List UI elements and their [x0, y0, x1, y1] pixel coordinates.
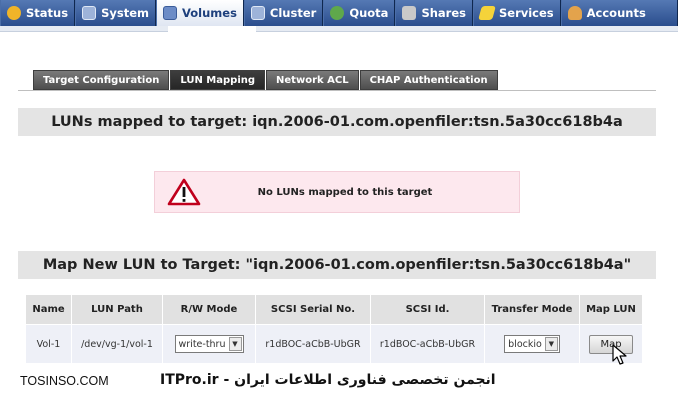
subtab-divider: [18, 90, 656, 91]
subtab-network-acl[interactable]: Network ACL: [266, 70, 359, 90]
col-lun-path: LUN Path: [72, 295, 162, 324]
no-luns-warning: No LUNs mapped to this target: [154, 171, 520, 213]
warning-message: No LUNs mapped to this target: [257, 186, 433, 198]
shares-icon: [402, 6, 417, 20]
watermark-right: ITPro.ir - انجمن تخصصی فناوری اطلاعات ای…: [160, 372, 496, 388]
main-navigation: Status System Volumes Cluster Quota Shar…: [0, 0, 678, 26]
watermark-left: TOSINSO.COM: [20, 374, 109, 388]
rw-mode-value: write-thru: [178, 338, 226, 350]
col-map-lun: Map LUN: [580, 295, 642, 324]
col-transfer-mode: Transfer Mode: [485, 295, 579, 324]
system-icon: [82, 6, 97, 20]
nav-tab-system[interactable]: System: [75, 0, 156, 26]
nav-tab-cluster[interactable]: Cluster: [243, 0, 324, 26]
lun-table: Name LUN Path R/W Mode SCSI Serial No. S…: [25, 294, 643, 364]
chevron-down-icon: ▼: [544, 337, 558, 351]
cluster-icon: [250, 6, 265, 20]
lun-name: Vol-1: [26, 325, 71, 363]
map-new-lun-title: Map New LUN to Target: "iqn.2006-01.com.…: [18, 251, 656, 279]
subtab-chap-authentication[interactable]: CHAP Authentication: [359, 70, 498, 90]
col-scsi-id: SCSI Id.: [371, 295, 484, 324]
subtab-lun-mapping[interactable]: LUN Mapping: [170, 70, 266, 90]
mapped-luns-title: LUNs mapped to target: iqn.2006-01.com.o…: [18, 108, 656, 136]
transfer-mode-select[interactable]: blockio ▼: [504, 335, 560, 353]
scsi-serial: r1dBOC-aCbB-UbGR: [256, 325, 370, 363]
target-subtabs: Target Configuration LUN Mapping Network…: [33, 70, 499, 90]
transfer-mode-value: blockio: [508, 338, 542, 350]
mouse-cursor-icon: [612, 344, 627, 365]
nav-tab-accounts[interactable]: Accounts: [560, 0, 678, 26]
status-icon: [7, 6, 21, 20]
nav-tab-volumes[interactable]: Volumes: [155, 0, 244, 26]
subtab-target-configuration[interactable]: Target Configuration: [33, 70, 170, 90]
col-rw-mode: R/W Mode: [163, 295, 255, 324]
table-row: Vol-1 /dev/vg-1/vol-1 write-thru ▼ r1dBO…: [26, 325, 642, 363]
nav-tab-status[interactable]: Status: [0, 0, 76, 26]
scsi-id: r1dBOC-aCbB-UbGR: [371, 325, 484, 363]
col-name: Name: [26, 295, 71, 324]
nav-underbar: [0, 26, 678, 32]
table-header-row: Name LUN Path R/W Mode SCSI Serial No. S…: [26, 295, 642, 324]
nav-tab-shares[interactable]: Shares: [395, 0, 473, 26]
warning-icon: [167, 178, 201, 206]
volumes-icon: [162, 6, 177, 20]
rw-mode-select[interactable]: write-thru ▼: [174, 335, 244, 353]
quota-icon: [330, 6, 345, 20]
lun-path: /dev/vg-1/vol-1: [72, 325, 162, 363]
nav-tab-quota[interactable]: Quota: [323, 0, 396, 26]
col-scsi-serial: SCSI Serial No.: [256, 295, 370, 324]
chevron-down-icon: ▼: [228, 337, 242, 351]
services-icon: [478, 6, 496, 20]
nav-tab-services[interactable]: Services: [472, 0, 561, 26]
accounts-icon: [567, 6, 582, 20]
